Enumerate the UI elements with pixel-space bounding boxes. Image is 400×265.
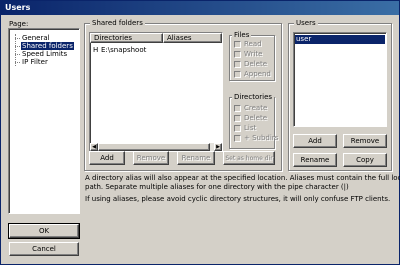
copy-user-button[interactable]: Copy: [343, 153, 387, 167]
column-header-label: Aliases: [167, 34, 192, 42]
user-item-label: user: [295, 35, 385, 44]
column-header-aliases[interactable]: Aliases: [163, 33, 222, 43]
page-label: Page:: [9, 20, 29, 28]
tree-item-general[interactable]: General: [22, 34, 50, 42]
checkbox-box[interactable]: [234, 105, 241, 112]
column-header-label: Directories: [94, 34, 133, 42]
home-dir-flag: H: [93, 46, 99, 54]
tree-item-shared-folders[interactable]: Shared folders: [21, 42, 74, 50]
page-tree[interactable]: General Shared folders Speed Limits IP F…: [8, 28, 80, 214]
list-item[interactable]: user: [295, 35, 385, 44]
tree-connector: [15, 38, 20, 39]
add-user-button[interactable]: Add: [293, 134, 337, 148]
column-header-directories[interactable]: Directories: [90, 33, 163, 43]
checkbox-box[interactable]: [234, 115, 241, 122]
directory-list[interactable]: Directories Aliases H E:\snapshoot ◀ ▶: [89, 32, 223, 152]
tree-connector: [15, 62, 20, 63]
checkbox-label: Write: [244, 50, 263, 58]
alias-warning: If using aliases, please avoid cyclic di…: [85, 195, 391, 203]
shared-folders-group: Shared folders Directories Aliases H E:\…: [84, 19, 282, 171]
tree-item-label: Shared folders: [21, 42, 74, 50]
table-row[interactable]: H E:\snapshoot: [93, 46, 218, 54]
users-title: Users: [294, 19, 318, 27]
window-title: Users: [5, 3, 31, 12]
title-bar: Users: [1, 1, 399, 15]
checkbox-label: List: [244, 124, 257, 132]
remove-folder-button[interactable]: Remove: [133, 151, 169, 165]
alias-info-line-1: A directory alias will also appear at th…: [85, 174, 400, 182]
checkbox-box[interactable]: [234, 125, 241, 132]
checkbox-box[interactable]: [234, 61, 241, 68]
tree-item-label: IP Filter: [22, 58, 48, 66]
tree-connector: [15, 54, 20, 55]
remove-user-button[interactable]: Remove: [343, 134, 387, 148]
checkbox-label: Create: [244, 104, 268, 112]
cancel-button[interactable]: Cancel: [9, 242, 79, 256]
alias-info-line-2: path. Separate multiple aliases for one …: [85, 183, 349, 191]
scroll-left-icon[interactable]: ◀: [90, 143, 98, 151]
set-home-dir-button[interactable]: Set as home dir: [223, 151, 275, 165]
user-list[interactable]: user: [293, 32, 387, 127]
users-dialog: Users Page: General Shared folders Speed…: [0, 0, 400, 265]
checkbox-box[interactable]: [234, 135, 241, 142]
tree-item-label: General: [22, 34, 50, 42]
checkbox-box[interactable]: [234, 71, 241, 78]
checkbox-label: Delete: [244, 60, 267, 68]
checkbox-label: Read: [244, 40, 262, 48]
files-group: Files Read Write Delete Append: [229, 31, 275, 81]
rename-folder-button[interactable]: Rename: [177, 151, 215, 165]
tree-item-ip-filter[interactable]: IP Filter: [22, 58, 48, 66]
scroll-right-icon[interactable]: ▶: [214, 143, 222, 151]
checkbox-box[interactable]: [234, 41, 241, 48]
tree-item-label: Speed Limits: [22, 50, 68, 58]
users-group: Users user Add Remove Rename Copy: [288, 19, 392, 171]
tree-connector: [15, 46, 20, 47]
directory-cell: E:\snapshoot: [101, 46, 147, 54]
ok-button[interactable]: OK: [8, 223, 80, 239]
files-title: Files: [232, 31, 252, 39]
add-folder-button[interactable]: Add: [89, 151, 125, 165]
horizontal-scrollbar[interactable]: ◀ ▶: [90, 143, 222, 151]
directories-group: Directories Create Delete List + Subdirs: [229, 93, 279, 149]
checkbox-label: Delete: [244, 114, 267, 122]
checkbox-box[interactable]: [234, 51, 241, 58]
scroll-thumb[interactable]: [98, 143, 210, 151]
checkbox-label: Append: [244, 70, 271, 78]
tree-item-speed-limits[interactable]: Speed Limits: [22, 50, 67, 58]
directories-title: Directories: [232, 93, 275, 101]
shared-folders-title: Shared folders: [90, 19, 145, 27]
checkbox-label: + Subdirs: [244, 134, 279, 142]
rename-user-button[interactable]: Rename: [293, 153, 337, 167]
